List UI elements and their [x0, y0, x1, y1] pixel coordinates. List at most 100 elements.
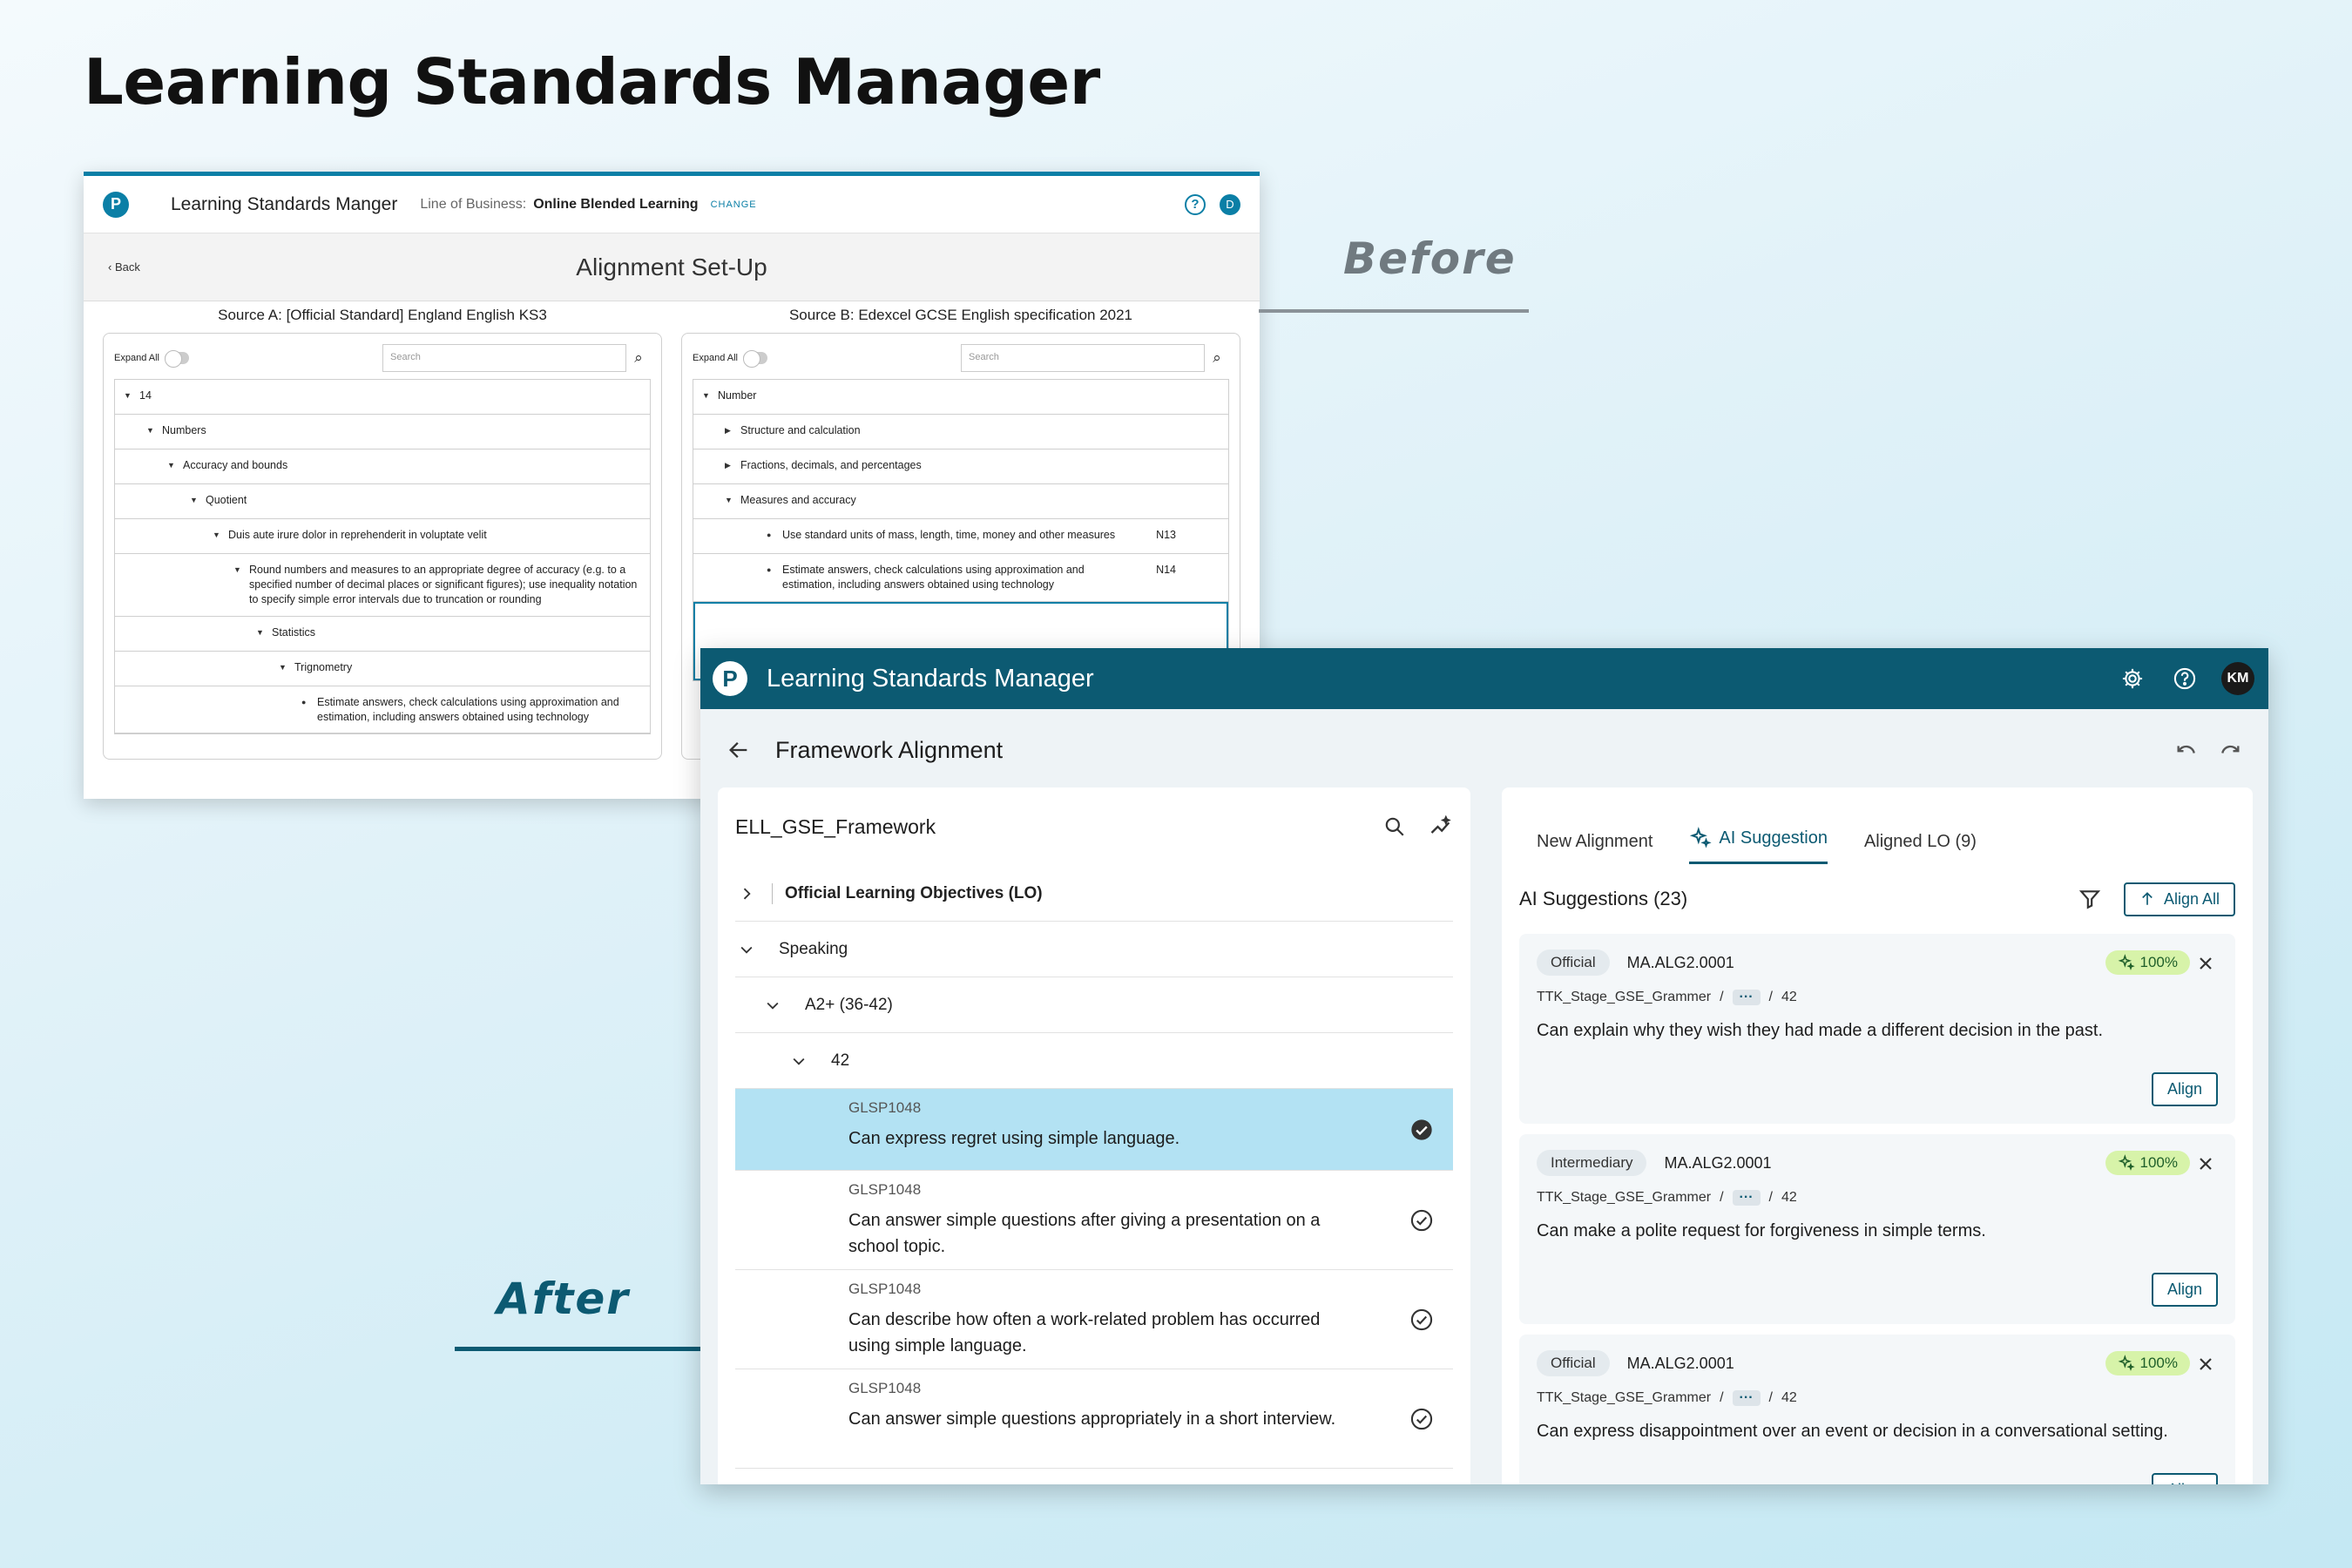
ai-insights-icon[interactable]	[1429, 814, 1453, 839]
before-app-name: Learning Standards Manger	[171, 193, 398, 214]
bullet-icon: ●	[767, 565, 772, 574]
lo-row[interactable]: GLSP1048 Can express regret using simple…	[735, 1089, 1453, 1171]
redo-icon[interactable]	[2218, 738, 2242, 762]
back-link[interactable]: ‹ Back	[108, 260, 140, 274]
caret-down-icon: ▼	[213, 531, 220, 539]
sparkle-icon	[1689, 827, 1713, 849]
after-screenshot: P Learning Standards Manager KM Framewor…	[700, 648, 2268, 1484]
check-circle-icon[interactable]	[1409, 1308, 1434, 1332]
tree-row[interactable]: ● Estimate answers, check calculations us…	[115, 686, 650, 734]
tree-row[interactable]: ● Use standard units of mass, length, tim…	[693, 519, 1228, 554]
more-icon[interactable]: ···	[1732, 1390, 1761, 1406]
tree-row[interactable]: ▼ Trignometry	[115, 652, 650, 686]
check-circle-filled-icon[interactable]	[1409, 1118, 1434, 1142]
tree-row[interactable]: ▼ Duis aute irure dolor in reprehenderit …	[115, 519, 650, 554]
source-a-panel: Expand All Search ⌕ ▼ 14 ▼ Numbers ▼ Accura…	[103, 333, 662, 760]
align-all-button[interactable]: Align All	[2123, 882, 2235, 916]
tree-row-label: Estimate answers, check calculations usi…	[317, 695, 619, 723]
before-divider	[1259, 309, 1529, 313]
tree-row[interactable]: ▼ Round numbers and measures to an approp…	[115, 554, 650, 617]
tree-row-score[interactable]: 42	[735, 1033, 1453, 1089]
after-divider	[455, 1347, 707, 1351]
after-label: After	[497, 1274, 630, 1324]
lo-code: GLSP1048	[848, 1099, 922, 1116]
search-icon[interactable]	[1383, 815, 1406, 838]
chevron-down-icon[interactable]	[787, 1052, 810, 1070]
lo-code: GLSP1048	[848, 1281, 922, 1297]
close-icon[interactable]	[2195, 1153, 2216, 1174]
back-arrow-icon[interactable]	[727, 738, 751, 762]
tree-row[interactable]: ▼ Measures and accuracy	[693, 484, 1228, 519]
tree-row[interactable]: ● Estimate answers, check calculations us…	[693, 554, 1228, 602]
tab-ai-suggestion[interactable]: AI Suggestion	[1689, 827, 1828, 864]
more-icon[interactable]: ···	[1732, 990, 1761, 1005]
align-label: Align	[2166, 1281, 2202, 1298]
tree-row-speaking[interactable]: Speaking	[735, 922, 1453, 977]
tree-row[interactable]: ▼ 14	[115, 380, 650, 415]
chevron-down-icon[interactable]	[735, 941, 758, 958]
tree-row-official[interactable]: Official Learning Objectives (LO)	[735, 866, 1453, 922]
avatar[interactable]: KM	[2221, 662, 2254, 695]
tree-row[interactable]: ▶ Fractions, decimals, and percentages	[693, 449, 1228, 484]
close-icon[interactable]	[2195, 953, 2216, 974]
type-chip: Official	[1537, 1350, 1610, 1376]
expand-all-toggle[interactable]	[164, 350, 189, 368]
change-lob-link[interactable]: CHANGE	[711, 199, 757, 210]
suggestion-card: Official MA.ALG2.0001 100% TTK_Stage_GSE…	[1519, 934, 2235, 1124]
avatar[interactable]: D	[1220, 193, 1240, 215]
undo-icon[interactable]	[2174, 738, 2199, 762]
chevron-down-icon[interactable]	[761, 997, 784, 1014]
suggestion-id: MA.ALG2.0001	[1626, 953, 1734, 971]
tree-row-level[interactable]: A2+ (36-42)	[735, 977, 1453, 1033]
more-icon[interactable]: ···	[1732, 1190, 1761, 1206]
close-icon[interactable]	[2195, 1354, 2216, 1375]
align-button[interactable]: Align	[2151, 1072, 2218, 1106]
tree-label: A2+ (36-42)	[805, 995, 893, 1014]
help-icon[interactable]: ?	[1185, 193, 1206, 215]
tree-row-code: N14	[1156, 564, 1176, 576]
expand-all-toggle[interactable]	[742, 350, 767, 368]
align-button[interactable]: Align	[2151, 1473, 2218, 1484]
expand-all-label: Expand All	[693, 353, 738, 363]
score-value: 100%	[2139, 954, 2178, 970]
tree-row[interactable]: ▼ Numbers	[115, 415, 650, 449]
lo-text: Can express regret using simple language…	[848, 1129, 1180, 1148]
gear-icon[interactable]	[2117, 663, 2148, 694]
breadcrumb-separator: /	[1768, 1390, 1773, 1405]
score-badge: 100%	[2105, 1351, 2190, 1375]
caret-down-icon: ▼	[725, 496, 733, 504]
tree-row[interactable]: ▼ Number	[693, 380, 1228, 415]
lo-row[interactable]: GLSP1048 Can answer simple questions app…	[735, 1369, 1453, 1469]
lo-text: Can answer simple questions appropriatel…	[848, 1409, 1336, 1429]
help-icon[interactable]	[2169, 663, 2200, 694]
tree-row-label: Structure and calculation	[740, 424, 861, 436]
filter-icon[interactable]	[2078, 888, 2101, 910]
lo-text: Can answer simple questions after giving…	[848, 1211, 1321, 1256]
search-input[interactable]: Search	[382, 344, 626, 372]
tree-row[interactable]: ▼ Quotient	[115, 484, 650, 519]
caret-down-icon: ▼	[279, 662, 287, 672]
tree-row[interactable]: ▼ Statistics	[115, 617, 650, 652]
lo-row[interactable]: GLSP1048 Can describe how often a work-r…	[735, 1270, 1453, 1369]
check-circle-icon[interactable]	[1409, 1407, 1434, 1431]
tree-row-label: Measures and accuracy	[740, 494, 856, 506]
tab-label: AI Suggestion	[1719, 828, 1828, 848]
lo-text: Can describe how often a work-related pr…	[848, 1310, 1321, 1355]
search-icon[interactable]: ⌕	[1205, 349, 1229, 367]
chevron-right-icon[interactable]	[735, 885, 758, 902]
tree-row[interactable]: ▼ Accuracy and bounds	[115, 449, 650, 484]
breadcrumb-separator: /	[1720, 990, 1724, 1004]
align-button[interactable]: Align	[2151, 1273, 2218, 1307]
tree-row[interactable]: ▶ Structure and calculation	[693, 415, 1228, 449]
align-label: Align	[2166, 1080, 2202, 1098]
tab-aligned-lo[interactable]: Aligned LO (9)	[1864, 832, 1977, 864]
search-input[interactable]: Search	[961, 344, 1205, 372]
lo-code: GLSP1048	[848, 1380, 922, 1396]
bullet-icon: ●	[767, 531, 772, 539]
tab-new-alignment[interactable]: New Alignment	[1537, 832, 1652, 864]
check-circle-icon[interactable]	[1409, 1208, 1434, 1233]
search-icon[interactable]: ⌕	[626, 349, 651, 367]
tree-row-code: N13	[1156, 529, 1176, 541]
lo-row[interactable]: GLSP1048 Can answer simple questions aft…	[735, 1171, 1453, 1270]
source-a-tree: ▼ 14 ▼ Numbers ▼ Accuracy and bounds ▼ Quoti…	[114, 379, 651, 735]
